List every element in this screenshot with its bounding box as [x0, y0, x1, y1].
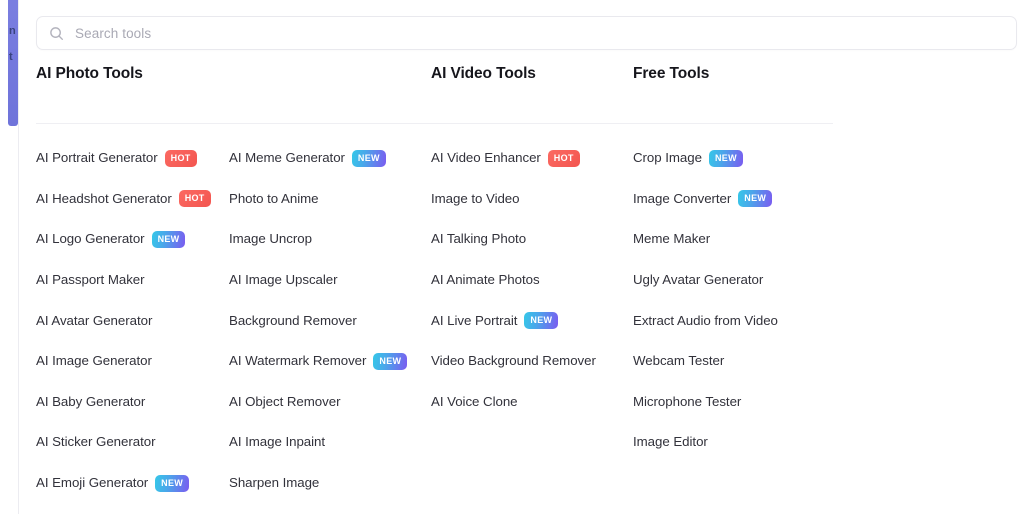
tool-item-ai-video-enhancer[interactable]: AI Video Enhancer HOT — [431, 138, 633, 179]
tool-label: Microphone Tester — [633, 393, 742, 409]
tool-label: AI Headshot Generator — [36, 190, 172, 206]
tool-label: Image Uncrop — [229, 231, 312, 247]
tool-label: Crop Image — [633, 150, 702, 166]
badge-new: NEW — [373, 352, 408, 370]
tool-item-ai-sticker-generator[interactable]: AI Sticker Generator — [36, 422, 229, 463]
tool-item-ai-avatar-generator[interactable]: AI Avatar Generator — [36, 300, 229, 341]
rail-text-fragment-bottom: t — [9, 51, 13, 63]
tool-item-ai-image-upscaler[interactable]: AI Image Upscaler — [229, 259, 422, 300]
tool-item-ai-portrait-generator[interactable]: AI Portrait Generator HOT — [36, 138, 229, 179]
group-title-free-tools: Free Tools — [633, 65, 710, 82]
badge-new: NEW — [151, 230, 186, 248]
tool-label: AI Meme Generator — [229, 150, 345, 166]
tool-label: AI Voice Clone — [431, 393, 518, 409]
badge-new: NEW — [155, 474, 190, 492]
tool-column: Crop Image NEW Image Converter NEW Meme … — [633, 138, 833, 463]
tool-label: AI Watermark Remover — [229, 353, 367, 369]
tool-item-ai-voice-clone[interactable]: AI Voice Clone — [431, 381, 633, 422]
tool-group-ai-photo-tools: AI Photo Tools AI Portrait Generator HOT… — [36, 62, 431, 503]
badge-new: NEW — [738, 190, 773, 208]
tool-item-photo-to-anime[interactable]: Photo to Anime — [229, 178, 422, 219]
search-icon — [49, 26, 64, 41]
tool-label: Image Editor — [633, 434, 708, 450]
tool-item-ai-logo-generator[interactable]: AI Logo Generator NEW — [36, 219, 229, 260]
tool-item-webcam-tester[interactable]: Webcam Tester — [633, 340, 833, 381]
tool-item-ai-object-remover[interactable]: AI Object Remover — [229, 381, 422, 422]
group-title-ai-video-tools: AI Video Tools — [431, 65, 536, 82]
tool-label: Image Converter — [633, 190, 732, 206]
tool-item-ai-headshot-generator[interactable]: AI Headshot Generator HOT — [36, 178, 229, 219]
tool-label: AI Avatar Generator — [36, 312, 153, 328]
tool-item-ai-image-generator[interactable]: AI Image Generator — [36, 340, 229, 381]
tool-column: AI Meme Generator NEW Photo to Anime Ima… — [229, 138, 422, 503]
badge-new: NEW — [708, 149, 743, 167]
tool-item-ai-animate-photos[interactable]: AI Animate Photos — [431, 259, 633, 300]
tool-item-ai-passport-maker[interactable]: AI Passport Maker — [36, 259, 229, 300]
tool-label: AI Sticker Generator — [36, 434, 156, 450]
tool-label: Ugly Avatar Generator — [633, 271, 764, 287]
tool-item-image-editor[interactable]: Image Editor — [633, 422, 833, 463]
tool-item-microphone-tester[interactable]: Microphone Tester — [633, 381, 833, 422]
tool-item-meme-maker[interactable]: Meme Maker — [633, 219, 833, 260]
tool-label: Video Background Remover — [431, 353, 596, 369]
tool-label: AI Talking Photo — [431, 231, 527, 247]
tool-item-crop-image[interactable]: Crop Image NEW — [633, 138, 833, 179]
left-edge-rail[interactable]: n t — [8, 0, 18, 126]
tool-label: AI Image Upscaler — [229, 271, 338, 287]
tool-label: AI Image Generator — [36, 353, 152, 369]
tool-item-ai-image-inpaint[interactable]: AI Image Inpaint — [229, 422, 422, 463]
tool-item-ai-emoji-generator[interactable]: AI Emoji Generator NEW — [36, 462, 229, 503]
tool-label: AI Baby Generator — [36, 393, 146, 409]
tool-item-image-to-video[interactable]: Image to Video — [431, 178, 633, 219]
tool-label: Sharpen Image — [229, 474, 320, 490]
tool-item-image-uncrop[interactable]: Image Uncrop — [229, 219, 422, 260]
tool-item-ai-talking-photo[interactable]: AI Talking Photo — [431, 219, 633, 260]
tool-label: AI Image Inpaint — [229, 434, 326, 450]
tool-item-video-background-remover[interactable]: Video Background Remover — [431, 340, 633, 381]
tool-label: AI Animate Photos — [431, 271, 540, 287]
tool-item-ai-baby-generator[interactable]: AI Baby Generator — [36, 381, 229, 422]
tool-label: Image to Video — [431, 190, 520, 206]
tool-label: AI Emoji Generator — [36, 474, 149, 490]
badge-hot: HOT — [547, 149, 580, 167]
tool-label: Webcam Tester — [633, 353, 725, 369]
badge-new: NEW — [524, 312, 559, 330]
tool-item-sharpen-image[interactable]: Sharpen Image — [229, 462, 422, 503]
tool-item-image-converter[interactable]: Image Converter NEW — [633, 178, 833, 219]
badge-new: NEW — [351, 149, 386, 167]
tool-label: AI Object Remover — [229, 393, 341, 409]
tool-label: AI Passport Maker — [36, 271, 145, 287]
tool-group-ai-video-tools: AI Video Tools AI Video Enhancer HOT Ima… — [431, 62, 633, 422]
tool-label: AI Live Portrait — [431, 312, 518, 328]
search-input[interactable] — [75, 25, 1004, 41]
tool-label: Background Remover — [229, 312, 357, 328]
tool-label: AI Video Enhancer — [431, 150, 541, 166]
tool-label: AI Logo Generator — [36, 231, 145, 247]
tool-column: AI Portrait Generator HOT AI Headshot Ge… — [36, 138, 229, 503]
tools-mega-menu-panel: AI Photo Tools AI Portrait Generator HOT… — [18, 0, 1024, 514]
tool-item-ugly-avatar-generator[interactable]: Ugly Avatar Generator — [633, 259, 833, 300]
tool-label: Extract Audio from Video — [633, 312, 778, 328]
badge-hot: HOT — [164, 149, 197, 167]
tool-item-extract-audio-from-video[interactable]: Extract Audio from Video — [633, 300, 833, 341]
tool-label: AI Portrait Generator — [36, 150, 158, 166]
tool-item-ai-meme-generator[interactable]: AI Meme Generator NEW — [229, 138, 422, 179]
badge-hot: HOT — [178, 190, 211, 208]
tool-label: Photo to Anime — [229, 190, 319, 206]
tool-item-background-remover[interactable]: Background Remover — [229, 300, 422, 341]
rail-text-fragment-top: n — [9, 25, 16, 37]
tool-label: Meme Maker — [633, 231, 711, 247]
tool-item-ai-live-portrait[interactable]: AI Live Portrait NEW — [431, 300, 633, 341]
tool-item-ai-watermark-remover[interactable]: AI Watermark Remover NEW — [229, 340, 422, 381]
search-bar[interactable] — [36, 16, 1017, 50]
tool-column: AI Video Enhancer HOT Image to Video AI … — [431, 138, 633, 422]
tool-group-free-tools: Free Tools Crop Image NEW Image Converte… — [633, 62, 833, 462]
group-title-ai-photo-tools: AI Photo Tools — [36, 65, 143, 82]
tool-groups: AI Photo Tools AI Portrait Generator HOT… — [36, 62, 1011, 503]
